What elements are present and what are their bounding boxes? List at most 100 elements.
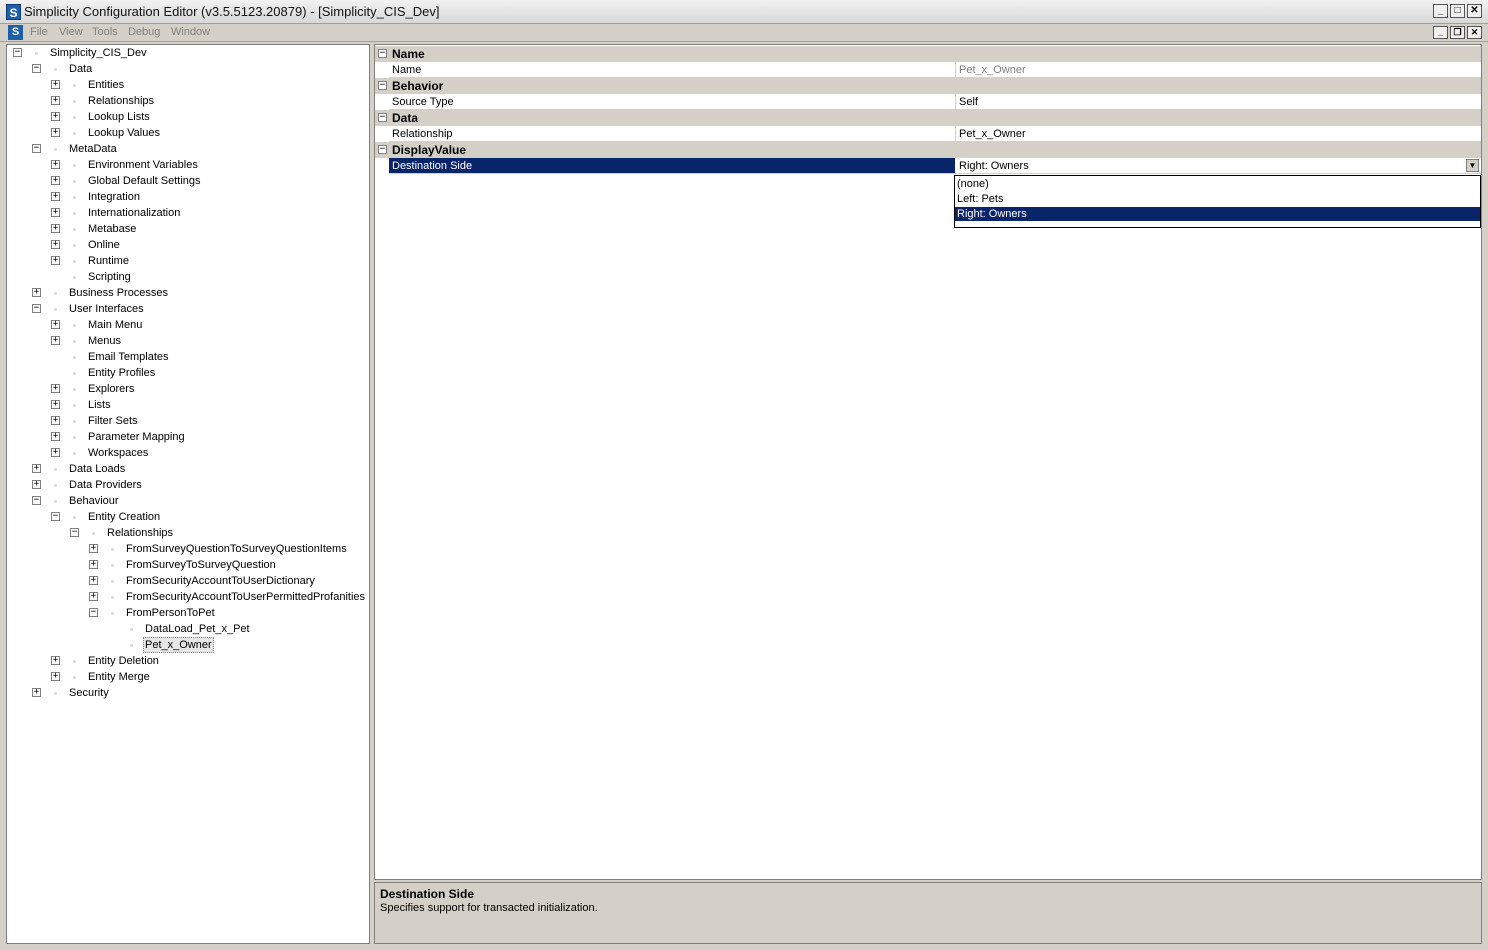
- tree-node-label[interactable]: Business Processes: [69, 285, 168, 301]
- expand-icon[interactable]: +: [51, 672, 60, 681]
- tree-node[interactable]: + Filter Sets: [7, 413, 369, 429]
- expand-icon[interactable]: +: [32, 288, 41, 297]
- tree-node-label[interactable]: Explorers: [88, 381, 134, 397]
- expand-icon[interactable]: +: [51, 320, 60, 329]
- tree-node-label[interactable]: User Interfaces: [69, 301, 144, 317]
- tree-node[interactable]: − FromPersonToPet: [7, 605, 369, 621]
- tree-node-label[interactable]: FromSurveyToSurveyQuestion: [126, 557, 276, 573]
- tree-node[interactable]: + Lists: [7, 397, 369, 413]
- tree-node[interactable]: + Data Loads: [7, 461, 369, 477]
- app-icon[interactable]: S: [6, 4, 21, 20]
- tree-node[interactable]: + Environment Variables: [7, 157, 369, 173]
- expand-icon[interactable]: +: [51, 128, 60, 137]
- collapse-icon[interactable]: −: [32, 304, 41, 313]
- tree-node[interactable]: − MetaData: [7, 141, 369, 157]
- column-divider[interactable]: [955, 94, 956, 110]
- property-row[interactable]: Source Type Self: [389, 94, 1481, 110]
- expand-icon[interactable]: +: [51, 432, 60, 441]
- column-divider[interactable]: [955, 62, 956, 78]
- property-value[interactable]: Pet_x_Owner: [959, 63, 1026, 77]
- tree-node[interactable]: Entity Profiles: [7, 365, 369, 381]
- collapse-icon[interactable]: −: [378, 113, 387, 122]
- tree-node[interactable]: + Integration: [7, 189, 369, 205]
- tree-node-label[interactable]: Global Default Settings: [88, 173, 201, 189]
- expand-icon[interactable]: +: [51, 192, 60, 201]
- property-category[interactable]: − Behavior: [375, 78, 1481, 94]
- property-value[interactable]: Self: [959, 95, 978, 109]
- property-row[interactable]: Name Pet_x_Owner: [389, 62, 1481, 78]
- tree-node-label[interactable]: FromSecurityAccountToUserPermittedProfan…: [126, 589, 365, 605]
- minimize-icon[interactable]: _: [1433, 4, 1448, 18]
- tree-node-label[interactable]: Pet_x_Owner: [143, 637, 214, 653]
- property-category[interactable]: − Name: [375, 46, 1481, 62]
- tree-node-label[interactable]: FromSecurityAccountToUserDictionary: [126, 573, 315, 589]
- tree-node[interactable]: + Entity Merge: [7, 669, 369, 685]
- tree-node[interactable]: − Simplicity_CIS_Dev: [7, 45, 369, 61]
- tree-node[interactable]: − User Interfaces: [7, 301, 369, 317]
- collapse-icon[interactable]: −: [32, 64, 41, 73]
- collapse-icon[interactable]: −: [378, 49, 387, 58]
- property-value[interactable]: Pet_x_Owner: [959, 127, 1026, 141]
- tree-node-label[interactable]: Scripting: [88, 269, 131, 285]
- doc-minimize-icon[interactable]: _: [1433, 26, 1448, 39]
- tree-node-label[interactable]: Workspaces: [88, 445, 148, 461]
- tree-node[interactable]: + Business Processes: [7, 285, 369, 301]
- dropdown-option[interactable]: Right: Owners: [955, 207, 1480, 221]
- tree-node[interactable]: + FromSecurityAccountToUserDictionary: [7, 573, 369, 589]
- tree-node[interactable]: + FromSurveyQuestionToSurveyQuestionItems: [7, 541, 369, 557]
- tree-node[interactable]: + Online: [7, 237, 369, 253]
- expand-icon[interactable]: +: [32, 464, 41, 473]
- tree-node-label[interactable]: Lists: [88, 397, 111, 413]
- expand-icon[interactable]: +: [89, 560, 98, 569]
- close-icon[interactable]: ✕: [1467, 4, 1482, 18]
- expand-icon[interactable]: +: [51, 656, 60, 665]
- menu-file[interactable]: File: [30, 25, 48, 40]
- tree-node-label[interactable]: Lookup Values: [88, 125, 160, 141]
- expand-icon[interactable]: +: [51, 336, 60, 345]
- collapse-icon[interactable]: −: [32, 496, 41, 505]
- collapse-icon[interactable]: −: [70, 528, 79, 537]
- destination-side-select[interactable]: Right: Owners ▼: [955, 158, 1481, 173]
- tree-node-label[interactable]: Entity Creation: [88, 509, 160, 525]
- expand-icon[interactable]: +: [89, 592, 98, 601]
- tree-node[interactable]: + Workspaces: [7, 445, 369, 461]
- tree-node-label[interactable]: Entities: [88, 77, 124, 93]
- tree-node-label[interactable]: Relationships: [88, 93, 154, 109]
- collapse-icon[interactable]: −: [32, 144, 41, 153]
- tree-node[interactable]: + Global Default Settings: [7, 173, 369, 189]
- tree-node[interactable]: Pet_x_Owner: [7, 637, 369, 653]
- tree-node[interactable]: − Behaviour: [7, 493, 369, 509]
- collapse-icon[interactable]: −: [13, 48, 22, 57]
- property-row[interactable]: Destination Side Right: Owners ▼: [389, 158, 1481, 174]
- tree-node-label[interactable]: Email Templates: [88, 349, 169, 365]
- dropdown-option[interactable]: (none): [955, 177, 1480, 191]
- maximize-icon[interactable]: □: [1450, 4, 1465, 18]
- tree-node[interactable]: + FromSecurityAccountToUserPermittedProfa…: [7, 589, 369, 605]
- tree-node[interactable]: − Data: [7, 61, 369, 77]
- tree-node[interactable]: + Main Menu: [7, 317, 369, 333]
- collapse-icon[interactable]: −: [378, 145, 387, 154]
- tree-node-label[interactable]: Main Menu: [88, 317, 142, 333]
- tree-node-label[interactable]: Entity Deletion: [88, 653, 159, 669]
- tree-node-label[interactable]: FromPersonToPet: [126, 605, 215, 621]
- expand-icon[interactable]: +: [51, 240, 60, 249]
- menu-view[interactable]: View: [59, 25, 83, 40]
- expand-icon[interactable]: +: [51, 416, 60, 425]
- tree-node-label[interactable]: Data Providers: [69, 477, 142, 493]
- tree-node[interactable]: + Metabase: [7, 221, 369, 237]
- destination-side-dropdown[interactable]: (none) Left: Pets Right: Owners: [954, 175, 1481, 228]
- tree-node-label[interactable]: Internationalization: [88, 205, 180, 221]
- tree-node[interactable]: + Relationships: [7, 93, 369, 109]
- tree-node[interactable]: + Entities: [7, 77, 369, 93]
- expand-icon[interactable]: +: [89, 576, 98, 585]
- tree-node-label[interactable]: Runtime: [88, 253, 129, 269]
- expand-icon[interactable]: +: [51, 448, 60, 457]
- expand-icon[interactable]: +: [51, 160, 60, 169]
- collapse-icon[interactable]: −: [51, 512, 60, 521]
- tree-node[interactable]: − Relationships: [7, 525, 369, 541]
- expand-icon[interactable]: +: [51, 176, 60, 185]
- tree-node-label[interactable]: Behaviour: [69, 493, 119, 509]
- expand-icon[interactable]: +: [89, 544, 98, 553]
- expand-icon[interactable]: +: [51, 80, 60, 89]
- property-row[interactable]: Relationship Pet_x_Owner: [389, 126, 1481, 142]
